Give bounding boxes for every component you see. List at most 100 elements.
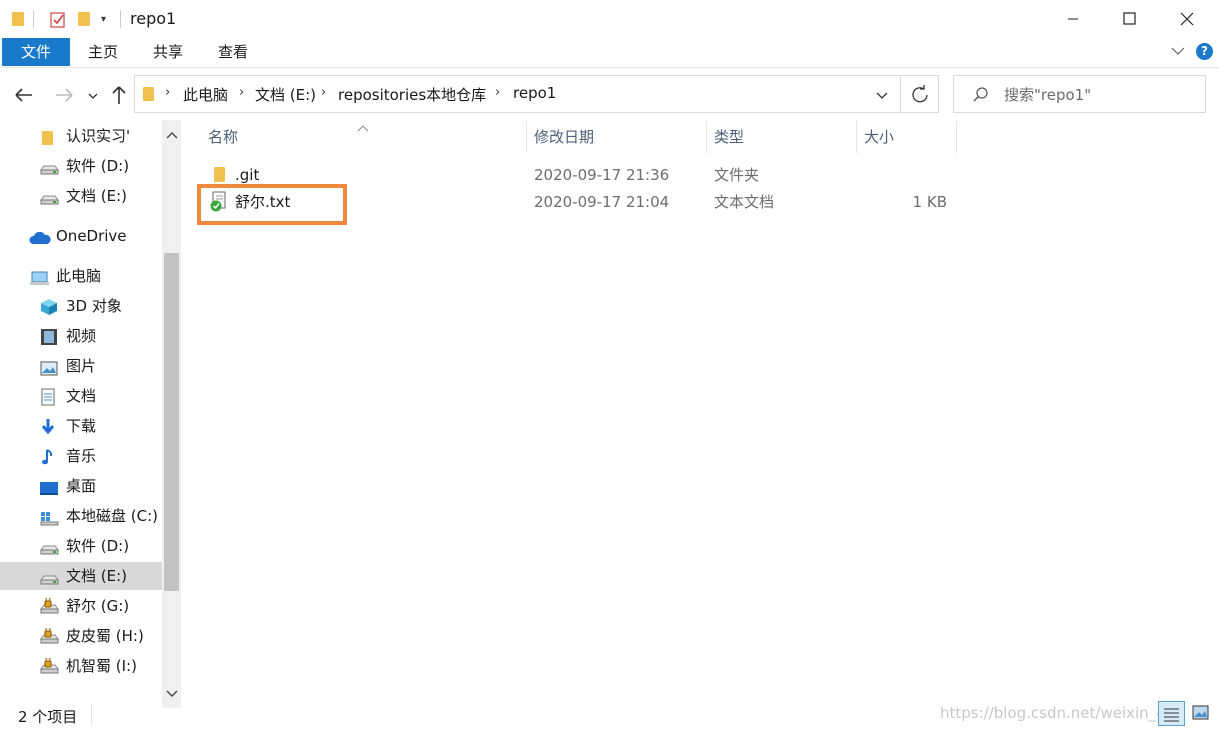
file-size: 1 KB [912,193,947,211]
document-icon [39,387,57,406]
nav-item[interactable]: 视频 [0,322,162,350]
chevron-right-icon[interactable]: › [239,85,244,100]
nav-item-label: 皮皮蜀 (H:) [66,627,144,645]
column-divider[interactable] [526,121,527,153]
locked-drive-icon [39,657,59,674]
folder-icon [12,12,24,26]
search-icon [972,86,990,104]
breadcrumb-repositories[interactable]: repositories本地仓库 [338,84,486,105]
new-folder-icon[interactable] [78,12,90,26]
nav-item-label: 认识实习' [66,127,131,145]
column-divider[interactable] [706,121,707,153]
chevron-right-icon[interactable]: › [321,85,326,100]
address-dropdown-icon[interactable] [875,88,889,100]
drive-icon [39,537,59,555]
column-divider[interactable] [856,121,857,153]
nav-item-label: 下载 [66,417,97,435]
nav-item-label: OneDrive [56,227,127,245]
address-bar[interactable]: › 此电脑 › 文档 (E:) › repositories本地仓库 › rep… [134,75,901,113]
address-row: › 此电脑 › 文档 (E:) › repositories本地仓库 › rep… [0,70,1219,120]
status-bar: 2 个项目 https://blog.csdn.net/weixin_43 [0,700,1219,731]
nav-item-label: 本地磁盘 (C:) [66,507,158,525]
nav-item[interactable]: 此电脑 [0,262,162,290]
breadcrumb-drive-e[interactable]: 文档 (E:) [255,84,316,105]
nav-item-label: 图片 [66,357,97,375]
refresh-button[interactable] [901,75,939,113]
forward-button[interactable] [52,84,76,106]
nav-item-label: 文档 [66,387,97,405]
computer-icon [29,267,49,285]
picture-icon [39,357,58,376]
separator [91,704,92,724]
drive-icon [39,187,59,205]
nav-item-label: 舒尔 (G:) [66,597,130,615]
scroll-up-icon[interactable] [166,126,178,144]
folder-icon [39,127,57,145]
back-button[interactable] [12,84,36,106]
minimize-button[interactable] [1050,0,1096,38]
nav-item-label: 此电脑 [56,267,102,285]
help-icon[interactable]: ? [1196,43,1213,60]
nav-item[interactable]: 文档 (E:) [0,182,162,210]
nav-scrollbar[interactable] [162,120,181,708]
nav-item-label: 文档 (E:) [66,187,128,205]
column-header-type[interactable]: 类型 [714,121,850,153]
large-icons-view-button[interactable] [1188,701,1215,726]
search-placeholder: 搜索"repo1" [1004,86,1092,104]
expand-ribbon-icon[interactable] [1170,44,1186,58]
nav-item-label: 机智蜀 (I:) [66,657,137,675]
nav-item[interactable]: 舒尔 (G:) [0,592,162,620]
search-box[interactable]: 搜索"repo1" [953,75,1206,113]
breadcrumb-repo1[interactable]: repo1 [513,84,556,102]
download-icon [39,417,57,435]
chevron-right-icon[interactable]: › [495,85,500,100]
drive-icon [39,157,59,175]
column-divider[interactable] [956,121,957,153]
scroll-thumb[interactable] [164,253,179,591]
details-view-button[interactable] [1158,701,1185,726]
nav-item[interactable]: 文档 [0,382,162,410]
maximize-button[interactable] [1106,0,1152,38]
properties-icon[interactable] [50,11,66,28]
nav-item[interactable]: 文档 (E:) [0,562,162,590]
nav-item[interactable]: 下载 [0,412,162,440]
close-button[interactable] [1164,0,1210,38]
column-header-modified[interactable]: 修改日期 [534,121,702,153]
nav-item[interactable]: 3D 对象 [0,292,162,320]
window-title: repo1 [130,9,177,28]
nav-item[interactable]: 皮皮蜀 (H:) [0,622,162,650]
nav-item[interactable]: 认识实习' [0,122,162,150]
tab-view[interactable]: 查看 [206,38,260,66]
highlight-box [197,184,347,225]
up-button[interactable] [108,83,130,107]
item-count: 2 个项目 [18,708,78,726]
cube-icon [39,297,57,315]
tab-home[interactable]: 主页 [76,38,130,66]
chevron-right-icon[interactable]: › [165,85,170,100]
nav-item[interactable]: 图片 [0,352,162,380]
recent-locations-icon[interactable] [86,88,100,100]
nav-item[interactable]: 软件 (D:) [0,152,162,180]
cloud-icon [29,227,51,244]
title-bar: ▾ repo1 [0,0,1219,38]
column-header-size[interactable]: 大小 [864,121,952,153]
nav-item[interactable]: 软件 (D:) [0,532,162,560]
video-icon [39,327,57,345]
nav-item-label: 软件 (D:) [66,537,130,555]
breadcrumb-this-pc[interactable]: 此电脑 [183,84,228,105]
nav-item[interactable]: 本地磁盘 (C:) [0,502,162,530]
tab-file[interactable]: 文件 [2,38,70,66]
nav-item-label: 文档 (E:) [66,567,128,585]
nav-item[interactable]: 音乐 [0,442,162,470]
column-header-name[interactable]: 名称 [208,121,518,153]
nav-item[interactable]: 桌面 [0,472,162,500]
customize-toolbar-icon[interactable]: ▾ [101,14,106,25]
nav-item[interactable]: OneDrive [0,222,162,250]
file-type: 文件夹 [714,166,760,184]
nav-item-label: 音乐 [66,447,97,465]
drive-icon [39,567,59,585]
nav-item[interactable]: 机智蜀 (I:) [0,652,162,680]
tab-share[interactable]: 共享 [140,38,196,66]
navigation-pane: 认识实习' 软件 (D:) 文档 (E:) OneDrive 此电脑 3D 对象 视频 图片文… [0,120,182,708]
nav-item-label: 软件 (D:) [66,157,130,175]
